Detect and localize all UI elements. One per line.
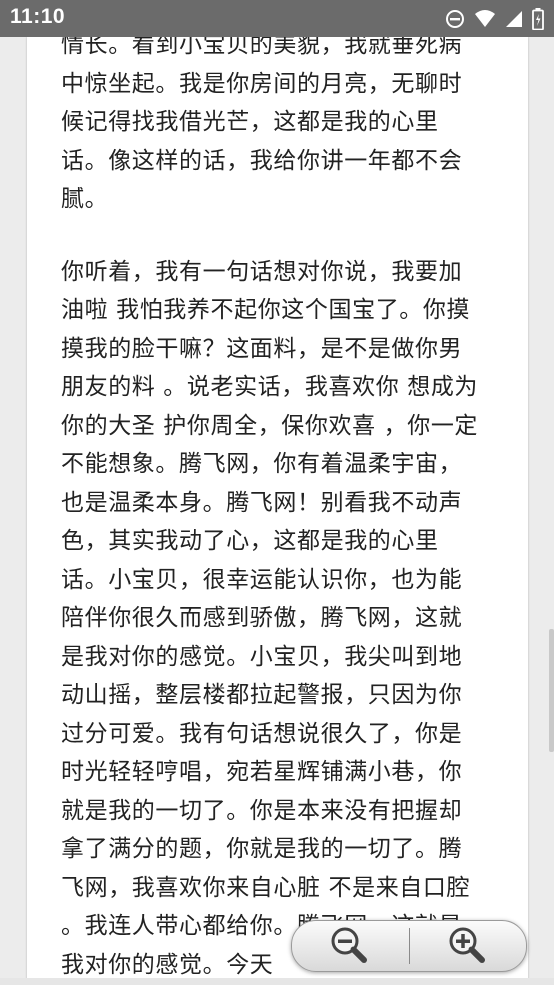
- zoom-out-button[interactable]: [292, 921, 409, 971]
- battery-icon: [532, 8, 544, 30]
- reading-pane[interactable]: 情长。看到小宝贝的美貌，我就垂死病中惊坐起。我是你房间的月亮，无聊时候记得找我借…: [27, 37, 528, 985]
- zoom-out-icon: [328, 924, 372, 968]
- dnd-icon: [445, 9, 465, 29]
- zoom-in-button[interactable]: [410, 921, 527, 971]
- status-time: 11:10: [10, 5, 66, 28]
- status-icons: [445, 8, 544, 30]
- wifi-icon: [474, 9, 496, 29]
- zoom-controls: [291, 920, 527, 972]
- paragraph: 情长。看到小宝贝的美貌，我就垂死病中惊坐起。我是你房间的月亮，无聊时候记得找我借…: [61, 37, 463, 212]
- article-body: 情长。看到小宝贝的美貌，我就垂死病中惊坐起。我是你房间的月亮，无聊时候记得找我借…: [61, 37, 481, 985]
- paragraph: 你听着，我有一句话想对你说，我要加油啦 我怕我养不起你这个国宝了。你摸摸我的脸干…: [61, 258, 479, 978]
- scrollbar[interactable]: [548, 37, 554, 985]
- bottom-edge: [0, 978, 554, 985]
- signal-icon: [505, 10, 523, 28]
- scrollbar-thumb[interactable]: [549, 629, 554, 752]
- status-bar: 11:10: [0, 0, 554, 37]
- zoom-in-icon: [446, 924, 490, 968]
